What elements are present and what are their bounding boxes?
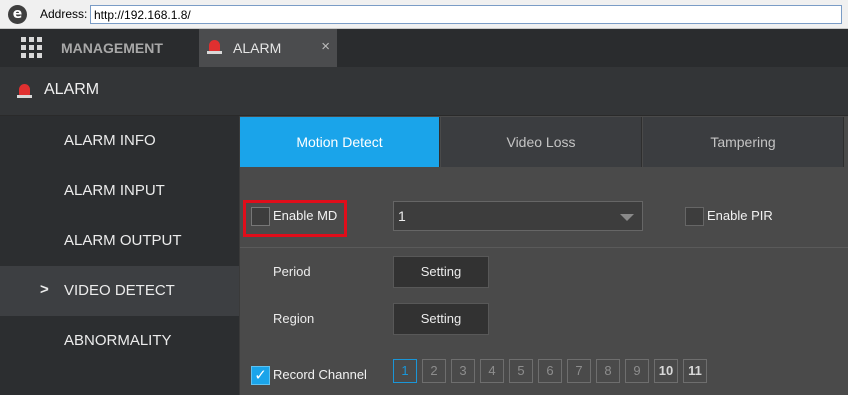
enable-md-highlight-box [243, 200, 347, 237]
address-input[interactable] [90, 5, 842, 24]
channel-9-button[interactable]: 9 [625, 359, 649, 383]
channel-4-button[interactable]: 4 [480, 359, 504, 383]
channel-select[interactable]: 1 [393, 201, 643, 231]
chevron-down-icon [620, 214, 634, 221]
nav-tab-alarm[interactable]: ALARM × [199, 29, 337, 67]
nav-tab-alarm-label: ALARM [233, 40, 282, 56]
sidebar-item-video-detect[interactable]: > VIDEO DETECT [0, 266, 239, 316]
sidebar-item-alarm-info[interactable]: ALARM INFO [0, 116, 239, 166]
channel-7-button[interactable]: 7 [567, 359, 591, 383]
region-setting-button[interactable]: Setting [393, 303, 489, 335]
tab-tampering[interactable]: Tampering [643, 117, 844, 167]
channel-5-button[interactable]: 5 [509, 359, 533, 383]
sidebar-item-abnormality[interactable]: ABNORMALITY [0, 316, 239, 366]
main-content: Motion Detect Video Loss Tampering Enabl… [240, 116, 848, 395]
browser-logo-icon: e [8, 5, 27, 24]
address-label: Address: [40, 7, 88, 21]
sidebar-item-label: VIDEO DETECT [64, 282, 175, 299]
tab-bar: Motion Detect Video Loss Tampering [240, 116, 848, 167]
sidebar-item-alarm-input[interactable]: ALARM INPUT [0, 166, 239, 216]
tab-motion-detect[interactable]: Motion Detect [240, 117, 440, 167]
enable-pir-label: Enable PIR [707, 208, 773, 223]
sidebar-item-label: ALARM INPUT [64, 182, 165, 199]
siren-icon [17, 84, 32, 98]
tab-video-loss[interactable]: Video Loss [441, 117, 642, 167]
page-header: ALARM [0, 67, 848, 116]
channel-1-button[interactable]: 1 [393, 359, 417, 383]
sidebar-item-label: ABNORMALITY [64, 332, 172, 349]
record-channel-label: Record Channel [273, 367, 367, 382]
sidebar-item-alarm-output[interactable]: ALARM OUTPUT [0, 216, 239, 266]
siren-icon [207, 40, 222, 54]
sidebar: ALARM INFO ALARM INPUT ALARM OUTPUT > VI… [0, 116, 239, 395]
sidebar-item-label: ALARM OUTPUT [64, 232, 182, 249]
divider [240, 247, 848, 248]
top-nav: MANAGEMENT ALARM × [0, 29, 848, 67]
channel-8-button[interactable]: 8 [596, 359, 620, 383]
browser-address-bar: e Address: [0, 0, 848, 29]
close-icon[interactable]: × [321, 38, 330, 55]
period-setting-button[interactable]: Setting [393, 256, 489, 288]
page-title: ALARM [44, 81, 100, 98]
channel-10-button[interactable]: 10 [654, 359, 678, 383]
region-label: Region [273, 311, 315, 326]
channel-11-button[interactable]: 11 [683, 359, 707, 383]
record-channel-checkbox[interactable]: ✓ [251, 366, 270, 385]
chevron-right-icon: > [40, 281, 49, 298]
nav-management[interactable]: MANAGEMENT [61, 40, 163, 56]
channel-6-button[interactable]: 6 [538, 359, 562, 383]
channel-2-button[interactable]: 2 [422, 359, 446, 383]
period-label: Period [273, 264, 311, 279]
sidebar-item-label: ALARM INFO [64, 132, 156, 149]
channel-select-value: 1 [398, 208, 406, 224]
grid-menu-icon[interactable] [21, 37, 42, 58]
enable-pir-checkbox[interactable] [685, 207, 704, 226]
channel-3-button[interactable]: 3 [451, 359, 475, 383]
